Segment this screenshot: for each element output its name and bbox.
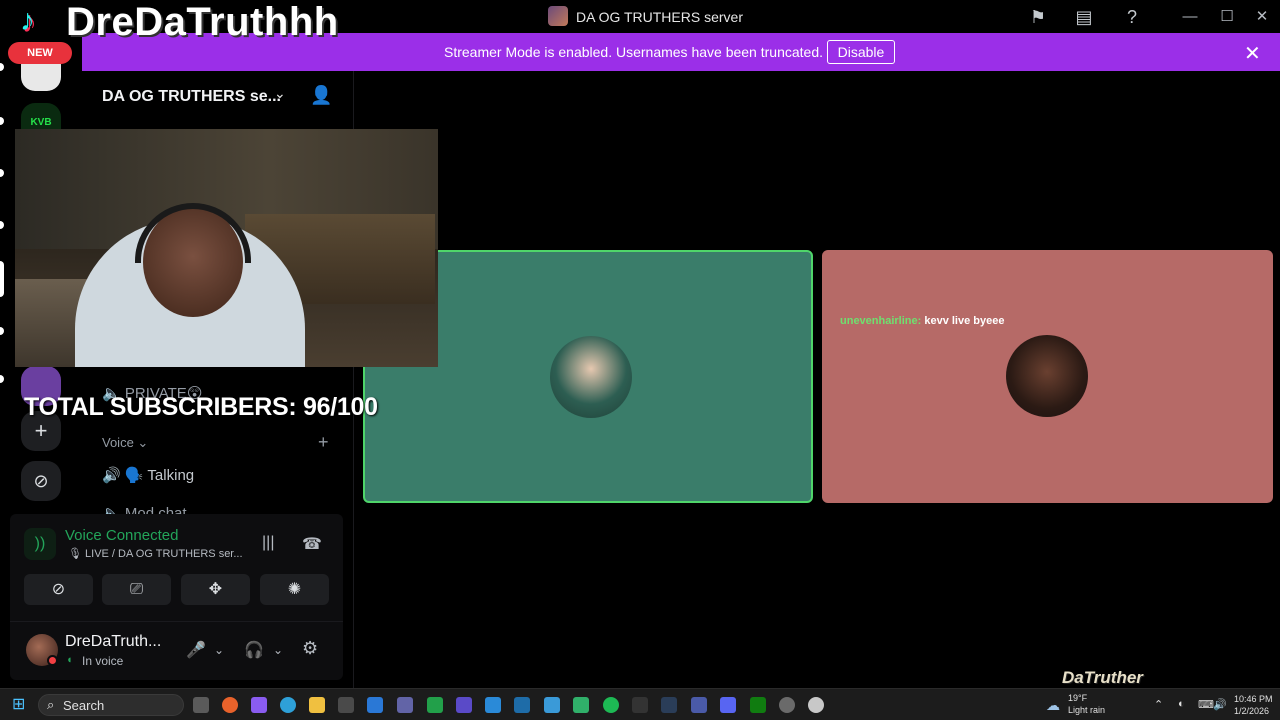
maximize-icon[interactable]: ☐ [1216,6,1238,28]
search-label: Search [63,698,105,713]
microphone-icon[interactable]: 🎤 [186,640,206,660]
app-icon[interactable] [514,697,530,713]
windows-start-icon[interactable]: ⊞ [12,696,30,714]
chat-overlay-message: unevenhairline: kevv live byeee [840,315,1004,327]
close-icon[interactable]: ✕ [1251,6,1273,28]
taskbar: ⊞ ⌕ Search ☁ 19°F Light rain ⌃ ◐ ⌨ 🔊 10:… [0,688,1280,720]
voice-tile-user-2[interactable]: unevenhairline: kevv live byeee [822,250,1273,503]
firefox-icon[interactable] [222,697,238,713]
discord-icon[interactable] [720,697,736,713]
chevron-down-icon[interactable]: ⌄ [273,643,283,657]
minimize-icon[interactable]: — [1179,6,1201,28]
window-title: DA OG TRUTHERS server [576,9,743,25]
xbox-icon[interactable] [750,697,766,713]
voice-category[interactable]: Voice ⌄ [102,435,148,451]
steam-icon[interactable] [661,697,677,713]
outlook-icon[interactable] [367,697,383,713]
rail-indicator [0,169,4,177]
search-input[interactable]: ⌕ Search [38,694,184,716]
clock-date[interactable]: 1/2/2026 [1234,706,1269,716]
streamer-mode-message: Streamer Mode is enabled. Usernames have… [444,44,823,60]
app-icon[interactable] [691,697,707,713]
settings-icon[interactable] [779,697,795,713]
task-view-icon[interactable] [193,697,209,713]
flag-icon[interactable]: ⚑ [1027,6,1049,28]
explore-icon[interactable]: ⊘ [21,461,61,501]
tiktok-username: DreDaTruthhh [66,0,339,44]
copilot-icon[interactable] [251,697,267,713]
camera-off-icon[interactable]: ⊘ [24,574,93,605]
screen-share-icon[interactable]: ⎚ [102,574,171,605]
voice-connected-title[interactable]: Voice Connected [65,527,178,544]
new-badge: NEW [8,42,72,64]
tray-overflow-icon[interactable]: ⌃ [1154,698,1163,711]
banner-close-icon[interactable]: ✕ [1244,41,1261,66]
user-status: In voice [82,654,124,668]
teams-icon[interactable] [397,697,413,713]
help-icon[interactable]: ? [1121,6,1143,28]
rail-indicator-active [0,261,4,297]
obs-icon[interactable] [808,697,824,713]
chevron-down-icon[interactable]: ⌄ [214,643,224,657]
chevron-down-icon[interactable]: ⌄ [274,85,286,102]
search-icon: ⌕ [47,697,55,712]
activities-icon[interactable]: ✥ [181,574,250,605]
speaker-icon: 🔊 [102,467,125,484]
app-icon[interactable] [573,697,589,713]
disable-streamer-mode-button[interactable]: Disable [827,40,895,64]
epic-games-icon[interactable] [632,697,648,713]
tiktok-logo-icon: ♪ [20,4,35,37]
voice-channel-path[interactable]: 🎙 LIVE / DA OG TRUTHERS ser... [68,547,243,560]
gear-icon[interactable]: ⚙ [302,638,318,659]
file-explorer-icon[interactable] [309,697,325,713]
username[interactable]: DreDaTruth... [65,633,161,651]
spotify-icon[interactable] [603,697,619,713]
weather-temp: 19°F [1068,693,1088,703]
rail-indicator [0,327,4,335]
green-app-icon[interactable] [427,697,443,713]
avatar [1006,335,1088,417]
server-name[interactable]: DA OG TRUTHERS se... [102,88,281,106]
voice-panel: )) Voice Connected 🎙 LIVE / DA OG TRUTHE… [10,514,343,680]
server-avatar-icon [548,6,568,26]
edge-icon[interactable] [280,697,296,713]
watermark-logo: DaTruther [1062,668,1143,687]
channel-talking[interactable]: 🔊 🗣️ Talking [102,466,194,484]
chat-text: kevv live byeee [921,315,1005,327]
status-dot [47,655,58,666]
webcam-overlay [15,129,438,367]
signal-icon: )) [24,528,56,560]
app-icon[interactable] [456,697,472,713]
avatar [550,336,632,418]
divider [10,621,343,622]
chat-username: unevenhairline: [840,315,922,327]
disconnect-icon[interactable]: ☎ [302,534,322,554]
invite-user-icon[interactable]: 👤 [310,85,332,106]
rail-indicator [0,63,4,71]
clock-time[interactable]: 10:46 PM [1234,694,1273,704]
subscriber-counter: TOTAL SUBSCRIBERS: 96/100 [24,393,378,421]
weather-icon[interactable]: ☁ [1046,697,1060,714]
headphones-icon[interactable]: 🎧 [244,640,264,660]
voice-status-icon: ◖ [66,654,73,666]
store-icon[interactable] [338,697,354,713]
channel-label: 🗣️ Talking [124,467,195,484]
inbox-icon[interactable]: ▤ [1073,6,1095,28]
app-icon[interactable] [485,697,501,713]
add-channel-icon[interactable]: + [318,432,329,453]
rail-indicator [0,375,4,383]
volume-icon[interactable]: 🔊 [1213,698,1227,711]
soundboard-icon[interactable]: ✺ [260,574,329,605]
rail-indicator [0,117,4,125]
weather-desc: Light rain [1068,705,1106,715]
network-icon[interactable]: ⌨ [1198,698,1214,711]
voice-channel-path-label: LIVE / DA OG TRUTHERS ser... [85,548,243,560]
tray-app-icon[interactable]: ◐ [1178,698,1185,710]
noise-suppression-icon[interactable]: ||| [262,534,274,552]
rail-indicator [0,221,4,229]
photos-icon[interactable] [544,697,560,713]
